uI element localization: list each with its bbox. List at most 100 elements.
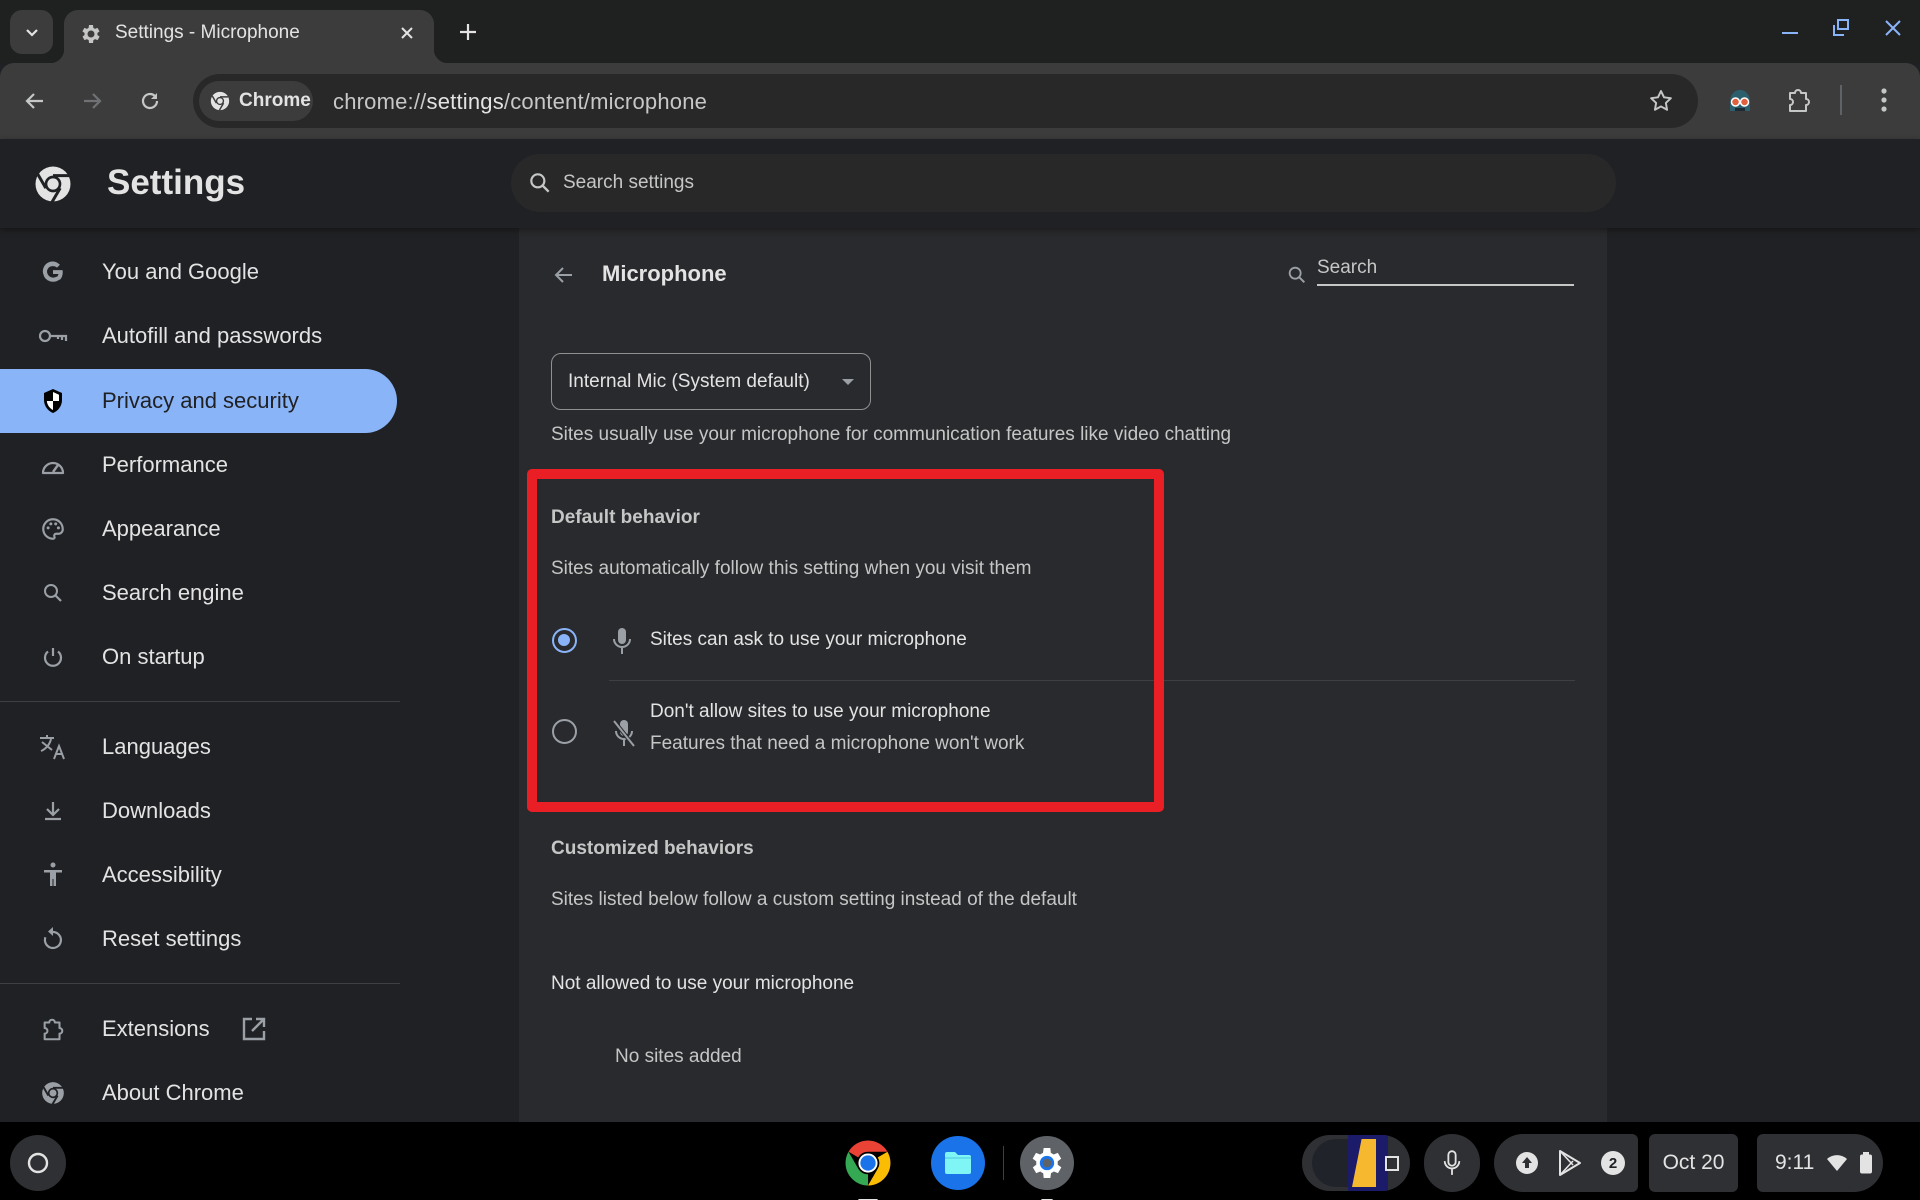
settings-header: Settings bbox=[0, 139, 1920, 228]
tab-strip: Settings - Microphone bbox=[0, 0, 1920, 63]
back-button[interactable] bbox=[17, 83, 53, 119]
minimize-button[interactable] bbox=[1776, 14, 1804, 42]
microphone-icon bbox=[1443, 1150, 1461, 1175]
url-text[interactable]: chrome://settings/content/microphone bbox=[333, 89, 707, 115]
radio-option-block[interactable]: Don't allow sites to use your microphone… bbox=[519, 681, 1607, 791]
sidebar-item-label: Search engine bbox=[102, 580, 244, 605]
customized-behaviors-heading: Customized behaviors bbox=[551, 838, 754, 859]
overview-icon bbox=[1385, 1156, 1399, 1171]
desk-preview-thumbnail[interactable] bbox=[1302, 1135, 1410, 1191]
sidebar-item-languages[interactable]: Languages bbox=[0, 715, 397, 779]
customized-behaviors-description: Sites listed below follow a custom setti… bbox=[551, 889, 1077, 910]
date-text: Oct 20 bbox=[1662, 1151, 1725, 1174]
page-title: Microphone bbox=[602, 261, 727, 286]
search-settings-input[interactable] bbox=[563, 166, 1563, 200]
accessibility-icon bbox=[38, 861, 68, 889]
tab-settings-microphone[interactable]: Settings - Microphone bbox=[50, 10, 448, 63]
sidebar-item-autofill[interactable]: Autofill and passwords bbox=[0, 304, 397, 368]
sidebar-item-label: Reset settings bbox=[102, 926, 242, 951]
tab-title: Settings - Microphone bbox=[115, 22, 300, 43]
sidebar-item-downloads[interactable]: Downloads bbox=[0, 779, 397, 843]
close-icon bbox=[401, 27, 413, 39]
address-bar[interactable]: Chrome chrome://settings/content/microph… bbox=[193, 74, 1698, 128]
notification-tray[interactable]: 2 bbox=[1494, 1134, 1638, 1192]
google-g-icon bbox=[38, 258, 68, 286]
plus-icon bbox=[460, 24, 476, 40]
sidebar-item-extensions[interactable]: Extensions bbox=[0, 997, 300, 1061]
sidebar-item-privacy-and-security[interactable]: Privacy and security bbox=[0, 369, 397, 433]
extensions-button[interactable] bbox=[1781, 82, 1817, 118]
key-icon bbox=[38, 322, 68, 350]
profile-avatar[interactable] bbox=[1722, 82, 1758, 118]
close-window-button[interactable] bbox=[1879, 14, 1907, 42]
not-allowed-heading: Not allowed to use your microphone bbox=[551, 973, 855, 994]
radio-option-allow-ask[interactable]: Sites can ask to use your microphone bbox=[519, 598, 1607, 680]
sidebar-item-reset-settings[interactable]: Reset settings bbox=[0, 907, 397, 971]
selected-microphone: Internal Mic (System default) bbox=[568, 370, 810, 392]
more-vert-icon bbox=[1881, 88, 1887, 112]
reload-icon bbox=[141, 92, 159, 110]
translate-icon bbox=[38, 733, 68, 761]
search-icon bbox=[1288, 266, 1306, 284]
gear-icon bbox=[82, 25, 100, 43]
search-icon bbox=[530, 173, 550, 193]
sidebar-item-label: On startup bbox=[102, 644, 205, 669]
site-search-input[interactable] bbox=[1317, 254, 1574, 286]
microphone-device-select[interactable]: Internal Mic (System default) bbox=[551, 353, 871, 410]
arrow-left-icon bbox=[25, 93, 43, 109]
chrome-app-icon bbox=[845, 1140, 891, 1186]
date-tray[interactable]: Oct 20 bbox=[1649, 1134, 1738, 1192]
sidebar-item-appearance[interactable]: Appearance bbox=[0, 497, 397, 561]
radio-option-label: Don't allow sites to use your microphone bbox=[650, 701, 991, 722]
back-to-site-settings-button[interactable] bbox=[549, 260, 579, 290]
upload-icon bbox=[1516, 1152, 1538, 1174]
restore-button[interactable] bbox=[1827, 14, 1855, 42]
sidebar-item-on-startup[interactable]: On startup bbox=[0, 625, 397, 689]
default-behavior-heading: Default behavior bbox=[551, 507, 700, 528]
tab-search-button[interactable] bbox=[10, 10, 53, 54]
dictation-button[interactable] bbox=[1424, 1134, 1480, 1192]
reload-button[interactable] bbox=[132, 83, 168, 119]
forward-button[interactable] bbox=[74, 83, 110, 119]
shield-icon bbox=[38, 387, 68, 415]
radio-option-sublabel: Features that need a microphone won't wo… bbox=[650, 733, 1025, 754]
microphone-settings-card: Microphone Internal Mic (System default)… bbox=[519, 228, 1607, 1122]
search-settings-field[interactable] bbox=[511, 154, 1616, 212]
puzzle-icon bbox=[1789, 89, 1810, 112]
chevron-down-icon bbox=[25, 29, 38, 37]
shelf-app-files[interactable] bbox=[931, 1136, 985, 1190]
search-icon bbox=[38, 579, 68, 607]
sidebar-item-you-and-google[interactable]: You and Google bbox=[0, 240, 397, 304]
settings-title: Settings bbox=[107, 163, 246, 202]
sidebar-item-about-chrome[interactable]: About Chrome bbox=[0, 1061, 397, 1125]
sidebar-item-search-engine[interactable]: Search engine bbox=[0, 561, 397, 625]
toolbar-separator bbox=[1840, 85, 1842, 115]
chip-label: Chrome bbox=[239, 90, 311, 111]
sidebar-item-label: Performance bbox=[102, 452, 228, 477]
browser-toolbar: Chrome chrome://settings/content/microph… bbox=[0, 63, 1920, 139]
launcher-button[interactable] bbox=[10, 1135, 66, 1191]
folder-icon bbox=[945, 1152, 971, 1174]
play-store-icon bbox=[1559, 1150, 1581, 1176]
chrome-icon bbox=[210, 91, 230, 111]
chrome-menu-button[interactable] bbox=[1866, 82, 1902, 118]
bookmark-star-icon[interactable] bbox=[1648, 88, 1674, 114]
shelf-app-settings[interactable] bbox=[1020, 1136, 1074, 1200]
sidebar-item-performance[interactable]: Performance bbox=[0, 433, 397, 497]
site-info-chip[interactable]: Chrome bbox=[199, 81, 313, 121]
sidebar-item-accessibility[interactable]: Accessibility bbox=[0, 843, 397, 907]
sidebar-item-label: Appearance bbox=[102, 516, 221, 541]
radio-button-unchecked[interactable] bbox=[552, 719, 577, 744]
shelf-app-chrome[interactable] bbox=[841, 1136, 895, 1200]
status-area[interactable]: 9:11 bbox=[1757, 1134, 1883, 1192]
open-in-new-icon bbox=[242, 1017, 266, 1041]
extension-icon bbox=[38, 1015, 68, 1043]
new-tab-button[interactable] bbox=[454, 18, 482, 46]
sidebar-divider bbox=[0, 983, 400, 984]
radio-button-checked[interactable] bbox=[552, 628, 577, 653]
sidebar-item-label: About Chrome bbox=[102, 1080, 244, 1105]
site-search-field[interactable] bbox=[1286, 254, 1594, 294]
no-sites-added-text: No sites added bbox=[615, 1046, 742, 1067]
tab-close-button[interactable] bbox=[395, 21, 419, 45]
radio-option-label: Sites can ask to use your microphone bbox=[650, 629, 967, 650]
